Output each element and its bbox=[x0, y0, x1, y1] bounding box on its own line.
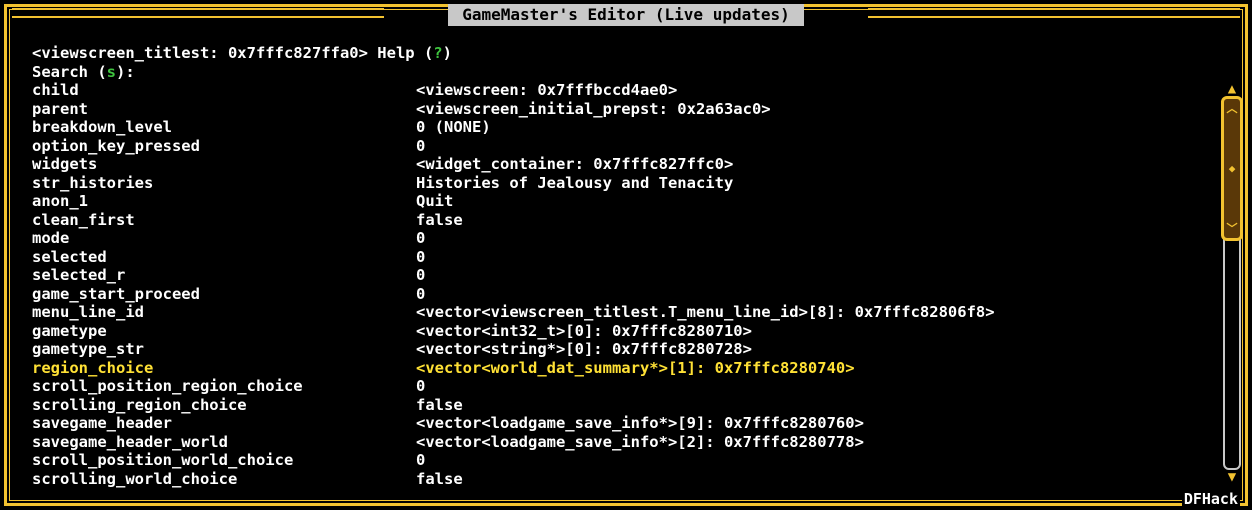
object-name: <viewscreen_titlest: 0x7fffc827ffa0> bbox=[32, 44, 368, 62]
field-row[interactable]: region_choice <vector<world_dat_summary*>… bbox=[32, 359, 995, 378]
field-name: str_histories bbox=[32, 173, 154, 192]
field-value: 0 bbox=[416, 136, 426, 155]
scrollbar[interactable]: ▲ ︿ ◆ ﹀ ▼ bbox=[1220, 82, 1244, 484]
title-bar: GameMaster's Editor (Live updates) bbox=[4, 4, 1248, 26]
field-value: <vector<int32_t>[0]: 0x7fffc8280710> bbox=[416, 321, 752, 340]
field-name: scrolling_world_choice bbox=[32, 469, 238, 488]
editor-content: <viewscreen_titlest: 0x7fffc827ffa0> Hel… bbox=[32, 44, 995, 488]
field-row[interactable]: gametype <vector<int32_t>[0]: 0x7fffc8280… bbox=[32, 322, 995, 341]
field-row[interactable]: scrolling_world_choice false bbox=[32, 470, 995, 489]
field-row[interactable]: scroll_position_world_choice 0 bbox=[32, 451, 995, 470]
field-name: scrolling_region_choice bbox=[32, 395, 247, 414]
diamond-icon: ◆ bbox=[1228, 162, 1236, 175]
field-value: <vector<loadgame_save_info*>[9]: 0x7fffc… bbox=[416, 414, 864, 432]
field-name: savegame_header_world bbox=[32, 432, 228, 451]
field-row[interactable]: widgets <widget_container: 0x7fffc827ffc0… bbox=[32, 155, 995, 174]
field-value: false bbox=[416, 395, 463, 414]
field-value: 0 bbox=[416, 266, 426, 284]
search-prompt[interactable]: Search (s): bbox=[32, 63, 995, 82]
field-name: gametype bbox=[32, 321, 107, 340]
field-name: anon_1 bbox=[32, 192, 88, 210]
field-row[interactable]: anon_1 Quit bbox=[32, 192, 995, 211]
field-row[interactable]: scroll_position_region_choice 0 bbox=[32, 377, 995, 396]
field-list: child <viewscreen: 0x7fffbccd4ae0> parent <… bbox=[32, 81, 995, 488]
window-title: GameMaster's Editor (Live updates) bbox=[448, 4, 804, 26]
field-value: false bbox=[416, 210, 463, 229]
field-value: <widget_container: 0x7fffc827ffc0> bbox=[416, 155, 734, 173]
field-name: clean_first bbox=[32, 210, 135, 229]
help-hotkey: ? bbox=[433, 44, 443, 62]
field-row[interactable]: gametype_str <vector<string*>[0]: 0x7fffc… bbox=[32, 340, 995, 359]
field-value: Quit bbox=[416, 192, 454, 210]
field-row[interactable]: str_histories Histories of Jealousy and T… bbox=[32, 174, 995, 193]
field-value: 0 bbox=[416, 229, 426, 247]
field-row[interactable]: savegame_header_world <vector<loadgame_sa… bbox=[32, 433, 995, 452]
field-row[interactable]: clean_first false bbox=[32, 211, 995, 230]
field-name: scroll_position_region_choice bbox=[32, 377, 303, 395]
field-value: 0 bbox=[416, 284, 426, 303]
field-value: <vector<world_dat_summary*>[1]: 0x7fffc8… bbox=[416, 358, 855, 377]
field-name: child bbox=[32, 81, 79, 99]
field-row[interactable]: parent <viewscreen_initial_prepst: 0x2a63… bbox=[32, 100, 995, 119]
search-hotkey: s bbox=[106, 62, 116, 81]
field-value: false bbox=[416, 469, 463, 488]
object-header: <viewscreen_titlest: 0x7fffc827ffa0> Hel… bbox=[32, 44, 995, 63]
field-row[interactable]: menu_line_id <vector<viewscreen_titlest.T… bbox=[32, 303, 995, 322]
field-value: 0 bbox=[416, 451, 426, 469]
field-value: <vector<loadgame_save_info*>[2]: 0x7fffc… bbox=[416, 432, 864, 451]
help-button[interactable]: Help (?) bbox=[377, 44, 452, 62]
field-value: <viewscreen_initial_prepst: 0x2a63ac0> bbox=[416, 99, 771, 118]
scroll-up-arrow-icon[interactable]: ▲ bbox=[1220, 82, 1244, 96]
field-row[interactable]: savegame_header <vector<loadgame_save_inf… bbox=[32, 414, 995, 433]
field-row[interactable]: game_start_proceed 0 bbox=[32, 285, 995, 304]
field-name: parent bbox=[32, 99, 88, 118]
field-name: mode bbox=[32, 229, 70, 247]
field-value: 0 bbox=[416, 377, 426, 395]
field-row[interactable]: selected_r 0 bbox=[32, 266, 995, 285]
field-name: option_key_pressed bbox=[32, 136, 200, 155]
field-value: <vector<viewscreen_titlest.T_menu_line_i… bbox=[416, 303, 995, 321]
field-row[interactable]: child <viewscreen: 0x7fffbccd4ae0> bbox=[32, 81, 995, 100]
scroll-down-arrow-icon[interactable]: ▼ bbox=[1220, 470, 1244, 484]
field-name: region_choice bbox=[32, 358, 154, 377]
field-value: <viewscreen: 0x7fffbccd4ae0> bbox=[416, 81, 678, 99]
field-value: Histories of Jealousy and Tenacity bbox=[416, 173, 734, 192]
field-name: menu_line_id bbox=[32, 303, 144, 321]
field-row[interactable]: selected 0 bbox=[32, 248, 995, 267]
field-name: savegame_header bbox=[32, 414, 172, 432]
scrollbar-thumb[interactable]: ︿ ◆ ﹀ bbox=[1221, 96, 1243, 241]
field-name: selected bbox=[32, 247, 107, 266]
field-row[interactable]: scrolling_region_choice false bbox=[32, 396, 995, 415]
field-name: widgets bbox=[32, 155, 98, 173]
chevron-down-icon: ﹀ bbox=[1226, 222, 1238, 235]
field-name: selected_r bbox=[32, 266, 126, 284]
dfhack-logo: DFHack bbox=[1181, 490, 1240, 508]
field-row[interactable]: mode 0 bbox=[32, 229, 995, 248]
field-value: 0 (NONE) bbox=[416, 118, 491, 136]
field-name: breakdown_level bbox=[32, 118, 172, 136]
field-row[interactable]: breakdown_level 0 (NONE) bbox=[32, 118, 995, 137]
field-name: gametype_str bbox=[32, 340, 144, 358]
field-row[interactable]: option_key_pressed 0 bbox=[32, 137, 995, 156]
chevron-up-icon: ︿ bbox=[1226, 102, 1238, 115]
field-name: scroll_position_world_choice bbox=[32, 451, 294, 469]
field-value: <vector<string*>[0]: 0x7fffc8280728> bbox=[416, 340, 752, 358]
field-value: 0 bbox=[416, 247, 426, 266]
field-name: game_start_proceed bbox=[32, 284, 200, 303]
